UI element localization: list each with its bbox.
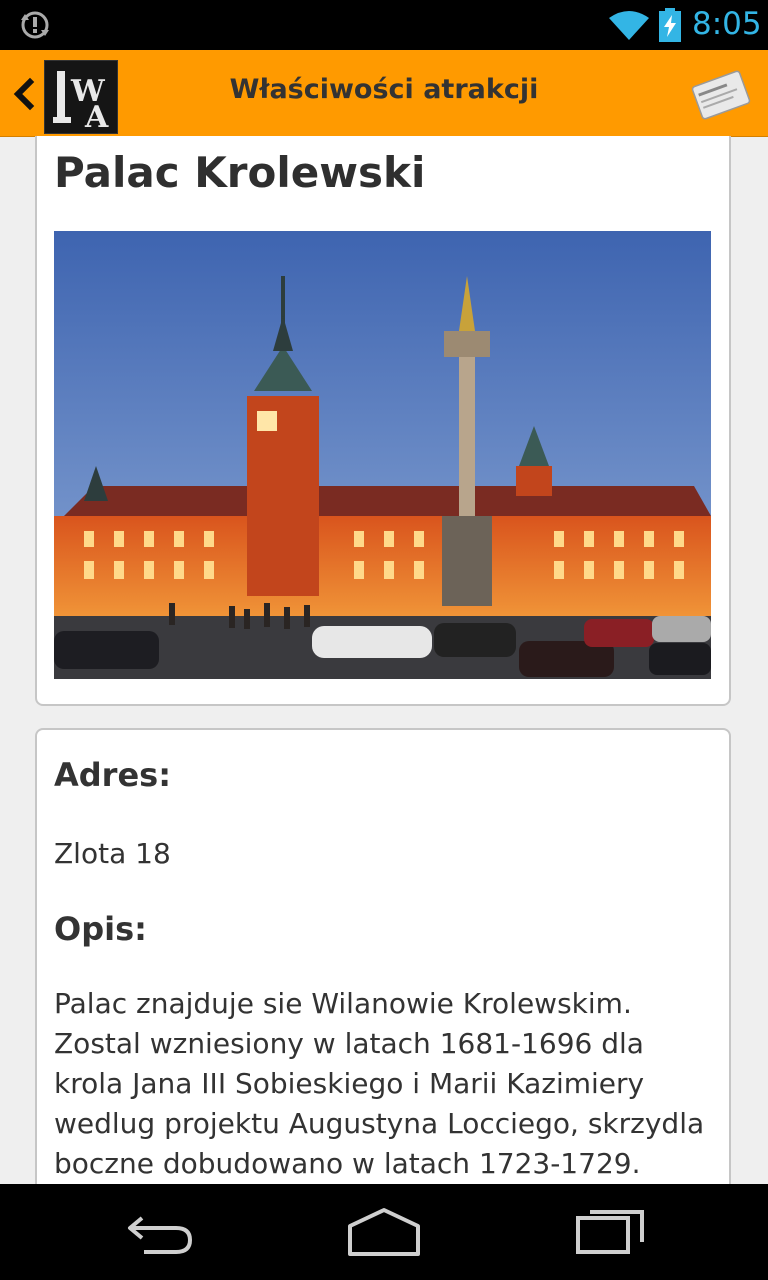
home-icon[interactable]: [346, 1204, 422, 1258]
description-line: Zostal wzniesiony w latach 1681-1696 dla: [54, 1027, 644, 1060]
back-arrow-icon[interactable]: [124, 1206, 196, 1258]
page-title: Właściwości atrakcji: [229, 74, 539, 105]
sync-icon: [21, 11, 49, 39]
description-line: Palac znajduje sie Wilanowie Krolewskim.: [54, 987, 632, 1020]
navigation-bar: [0, 1184, 768, 1280]
description-text: Palac znajduje sie Wilanowie Krolewskim.…: [54, 984, 719, 1184]
description-line: krola Jana III Sobieskiego i Marii Kazim…: [54, 1067, 645, 1100]
status-bar: 8:05: [0, 0, 768, 50]
screen: 8:05 W A Właściwości atrakcji Palac Krol…: [0, 0, 768, 1280]
recent-apps-icon[interactable]: [574, 1202, 646, 1258]
battery-charging-icon: [659, 8, 681, 42]
address-value: Zlota 18: [54, 837, 171, 870]
action-bar: W A Właściwości atrakcji: [0, 50, 768, 137]
card-icon[interactable]: [690, 64, 752, 126]
attraction-details-card: Adres: Zlota 18 Opis: Palac znajduje sie…: [35, 728, 731, 1184]
attraction-name: Palac Krolewski: [54, 148, 426, 197]
status-clock: 8:05: [692, 6, 762, 42]
content-scroll[interactable]: Palac Krolewski Adres: Zlota 18 Opis: Pa…: [0, 136, 768, 1184]
attraction-header-card: Palac Krolewski: [35, 136, 731, 706]
description-line: wedlug projektu Augustyna Locciego, skrz…: [54, 1107, 705, 1140]
address-heading: Adres:: [54, 756, 171, 794]
description-line: boczne dobudowano w latach 1723-1729.: [54, 1147, 641, 1180]
description-heading: Opis:: [54, 910, 147, 948]
royal-castle-photo: [54, 231, 711, 679]
wifi-icon: [609, 11, 649, 40]
